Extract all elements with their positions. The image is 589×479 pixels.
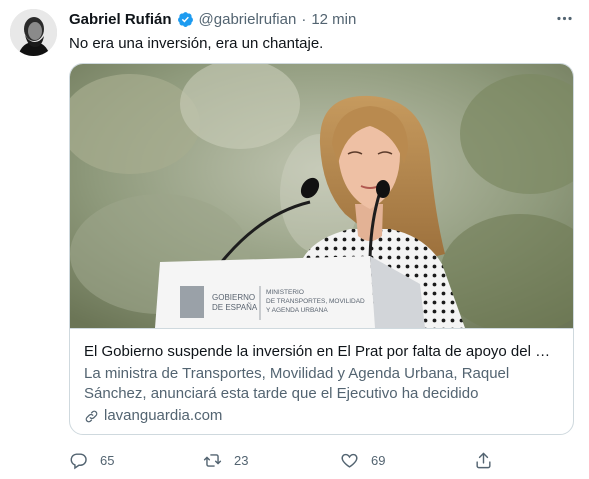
card-domain: lavanguardia.com xyxy=(84,406,222,426)
tweet-timestamp[interactable]: 12 min xyxy=(311,11,356,28)
heart-icon xyxy=(341,453,358,468)
podium-sign-text-4: DE TRANSPORTES, MOVILIDAD xyxy=(266,298,365,305)
more-dots-icon xyxy=(556,16,572,20)
retweet-icon xyxy=(203,453,222,467)
reply-icon xyxy=(70,452,87,469)
more-options-button[interactable] xyxy=(552,8,576,28)
share-button[interactable] xyxy=(474,448,493,472)
like-button[interactable]: 69 xyxy=(340,448,385,472)
podium-sign-text-3: MINISTERIO xyxy=(266,289,304,296)
tweet-header: Gabriel Rufián @gabrielrufian · 12 min xyxy=(69,9,356,29)
card-description: La ministra de Transportes, Movilidad y … xyxy=(84,365,510,402)
author-handle[interactable]: @gabrielrufian xyxy=(199,11,297,28)
header-separator: · xyxy=(301,10,307,28)
retweet-button[interactable]: 23 xyxy=(203,448,248,472)
retweet-count: 23 xyxy=(234,452,249,468)
reply-count: 65 xyxy=(100,452,115,468)
tweet[interactable]: Gabriel Rufián @gabrielrufian · 12 min N… xyxy=(0,0,589,479)
verified-badge-icon xyxy=(177,11,193,27)
reply-button[interactable]: 65 xyxy=(69,448,114,472)
link-icon xyxy=(85,410,98,422)
card-image[interactable]: GOBIERNO DE ESPAÑA MINISTERIO DE TRANSPO… xyxy=(70,64,574,328)
link-card[interactable]: GOBIERNO DE ESPAÑA MINISTERIO DE TRANSPO… xyxy=(69,63,574,435)
tweet-actions: 65 23 69 xyxy=(69,448,499,472)
card-domain-text: lavanguardia.com xyxy=(104,407,223,424)
tweet-text: No era una inversión, era un chantaje. xyxy=(69,35,324,52)
card-title: El Gobierno suspende la inversión en El … xyxy=(84,343,560,360)
author-name[interactable]: Gabriel Rufián xyxy=(69,11,172,28)
avatar-image xyxy=(10,9,57,56)
share-icon xyxy=(476,452,491,468)
podium-sign-text-1: GOBIERNO xyxy=(212,293,255,302)
author-avatar[interactable] xyxy=(10,9,57,56)
podium-sign-text-2: DE ESPAÑA xyxy=(212,303,258,312)
card-info[interactable]: El Gobierno suspende la inversión en El … xyxy=(70,328,573,434)
like-count: 69 xyxy=(371,452,386,468)
podium-sign-text-5: Y AGENDA URBANA xyxy=(266,307,328,314)
